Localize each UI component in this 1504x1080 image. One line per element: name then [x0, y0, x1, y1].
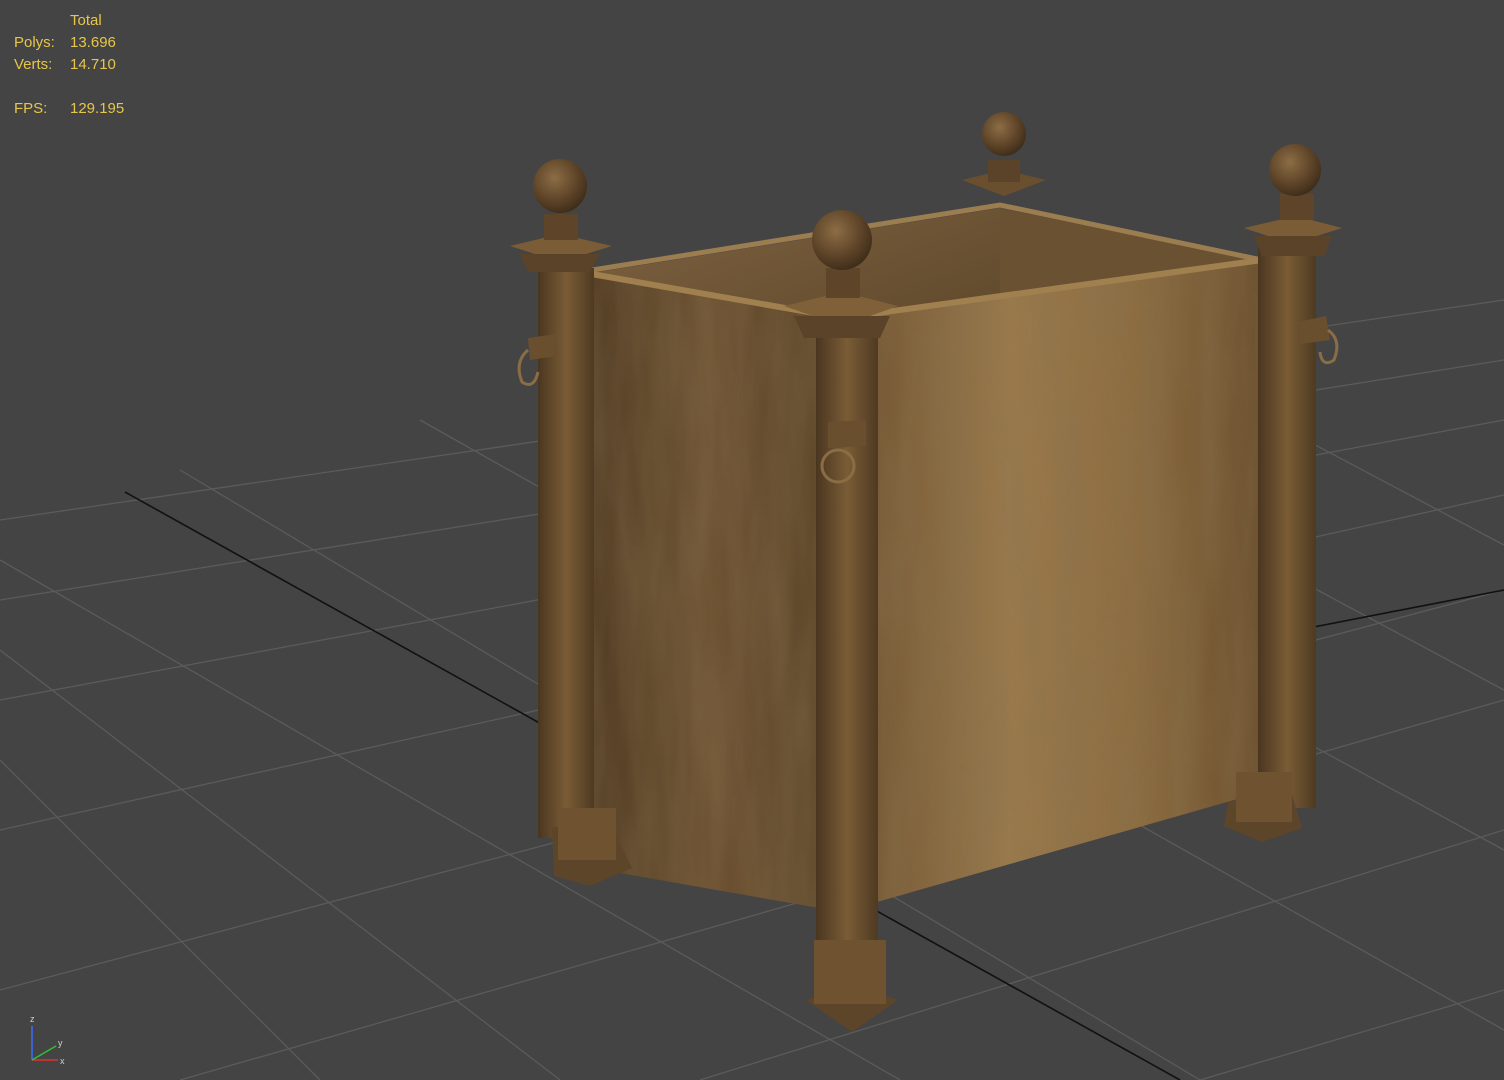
- stats-header: Total: [70, 12, 102, 29]
- polys-row: Polys: 13.696: [14, 32, 124, 54]
- back-post-finial: [962, 112, 1046, 196]
- polys-label: Polys:: [14, 34, 55, 51]
- polys-value: 13.696: [70, 34, 116, 51]
- planter-model[interactable]: [510, 112, 1342, 1032]
- fps-value: 129.195: [70, 100, 125, 117]
- stats-gap: [14, 76, 124, 98]
- stats-spacer: [14, 10, 70, 32]
- viewport-statistics: Total Polys: 13.696 Verts: 14.710 FPS: 1…: [14, 10, 124, 120]
- verts-value: 14.710: [70, 56, 116, 73]
- verts-row: Verts: 14.710: [14, 54, 124, 76]
- viewport-scene[interactable]: [0, 0, 1504, 1080]
- stats-header-row: Total: [14, 10, 124, 32]
- fps-label: FPS:: [14, 100, 48, 117]
- verts-label: Verts:: [14, 56, 53, 73]
- fps-row: FPS: 129.195: [14, 98, 124, 120]
- axis-z-label: z: [30, 1014, 35, 1024]
- axis-tripod-icon: z x y: [22, 1012, 72, 1072]
- axis-x-label: x: [60, 1056, 65, 1066]
- axis-y-label: y: [58, 1038, 63, 1048]
- 3d-viewport[interactable]: Total Polys: 13.696 Verts: 14.710 FPS: 1…: [0, 0, 1504, 1080]
